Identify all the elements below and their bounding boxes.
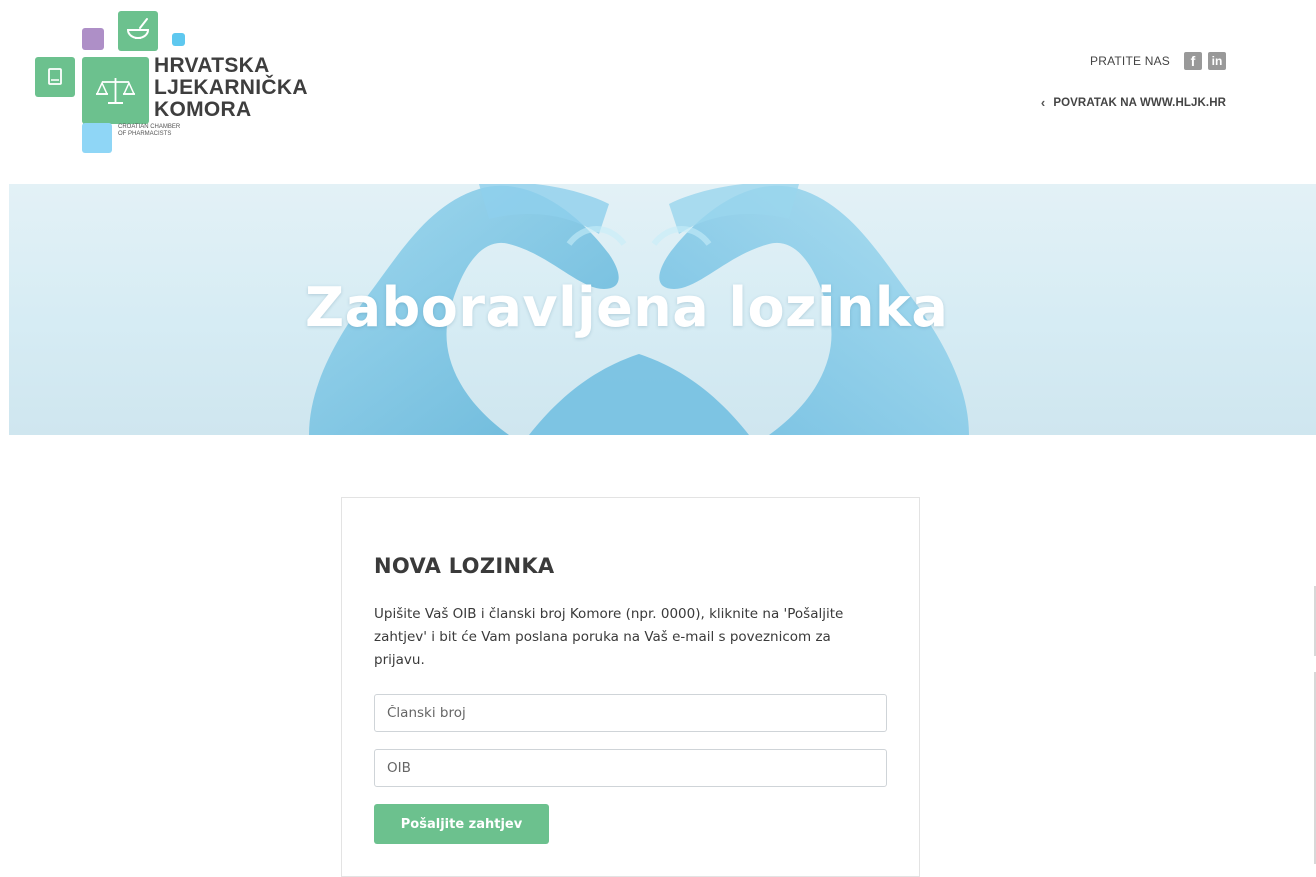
logo-subtitle-line-2: OF PHARMACISTS: [118, 131, 172, 137]
back-link-label: POVRATAK NA WWW.HLJK.HR: [1053, 96, 1226, 109]
logo-text-line-3: KOMORA: [154, 98, 252, 121]
social-follow: PRATITE NAS f in: [1090, 52, 1226, 70]
form-description: Upišite Vaš OIB i članski broj Komore (n…: [374, 606, 844, 668]
hero-banner: Zaboravljena lozinka: [9, 184, 1316, 435]
mortar-icon: [118, 11, 158, 51]
site-header: HRVATSKA LJEKARNIČKA KOMORA CROATIAN CHA…: [0, 0, 1316, 184]
facebook-icon[interactable]: f: [1184, 52, 1202, 70]
submit-request-button[interactable]: Pošaljite zahtjev: [374, 804, 549, 844]
member-number-input[interactable]: [374, 694, 887, 732]
book-icon: [35, 57, 75, 97]
logo-square-purple: [82, 28, 104, 50]
hljk-logo[interactable]: HRVATSKA LJEKARNIČKA KOMORA CROATIAN CHA…: [34, 10, 324, 155]
scales-icon: [82, 57, 149, 124]
follow-label: PRATITE NAS: [1090, 54, 1170, 68]
linkedin-icon[interactable]: in: [1208, 52, 1226, 70]
password-reset-card: NOVA LOZINKA Upišite Vaš OIB i članski b…: [341, 497, 920, 877]
logo-text-line-1: HRVATSKA: [154, 54, 270, 77]
back-to-website-link[interactable]: ‹ POVRATAK NA WWW.HLJK.HR: [1041, 95, 1226, 110]
oib-input[interactable]: [374, 749, 887, 787]
logo-square-light-blue: [82, 123, 112, 153]
page-title: Zaboravljena lozinka: [305, 276, 949, 339]
logo-text-line-2: LJEKARNIČKA: [154, 76, 308, 99]
form-heading: NOVA LOZINKA: [374, 554, 555, 578]
chevron-left-icon: ‹: [1040, 95, 1046, 110]
logo-square-blue: [172, 33, 185, 46]
logo-subtitle-line-1: CROATIAN CHAMBER: [118, 124, 181, 130]
